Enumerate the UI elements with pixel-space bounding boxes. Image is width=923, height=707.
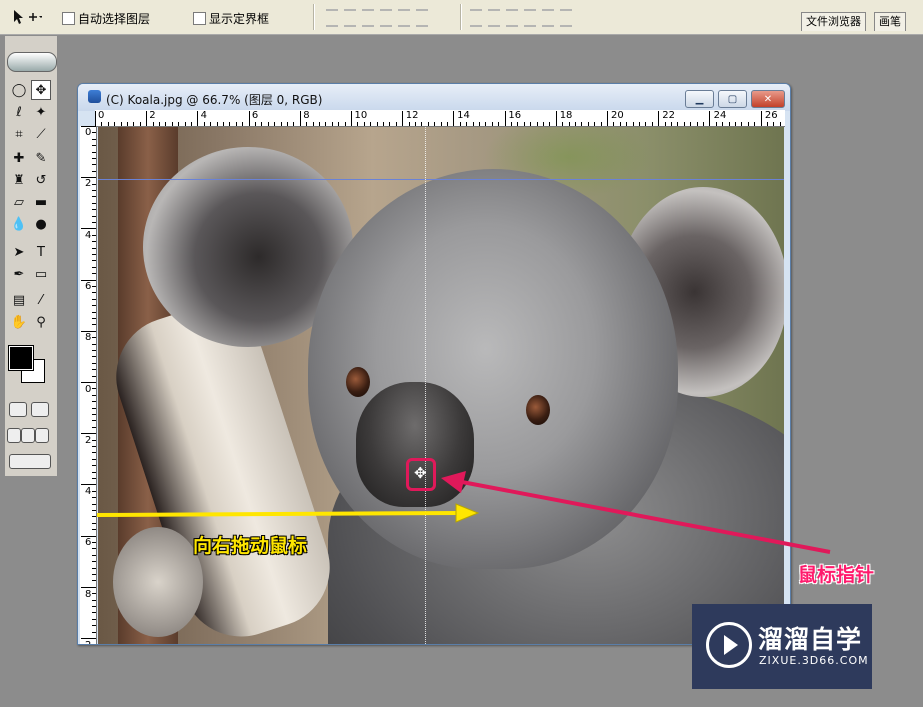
drag-arrow-line <box>96 511 459 517</box>
drag-arrow-head <box>455 503 480 523</box>
pointer-arrow-head <box>441 471 466 493</box>
pointer-arrow-line <box>461 480 831 554</box>
drag-right-note: 向右拖动鼠标 <box>193 535 308 557</box>
watermark-name: 溜溜自学 <box>758 625 863 654</box>
watermark: 溜溜自学 ZIXUE.3D66.COM <box>692 604 872 689</box>
play-logo-icon <box>706 622 752 668</box>
mouse-pointer-note: 鼠标指针 <box>798 564 875 586</box>
move-cursor-icon: ✥ <box>414 464 427 482</box>
annotation-arrows <box>96 471 831 554</box>
watermark-url: ZIXUE.3D66.COM <box>759 654 869 667</box>
